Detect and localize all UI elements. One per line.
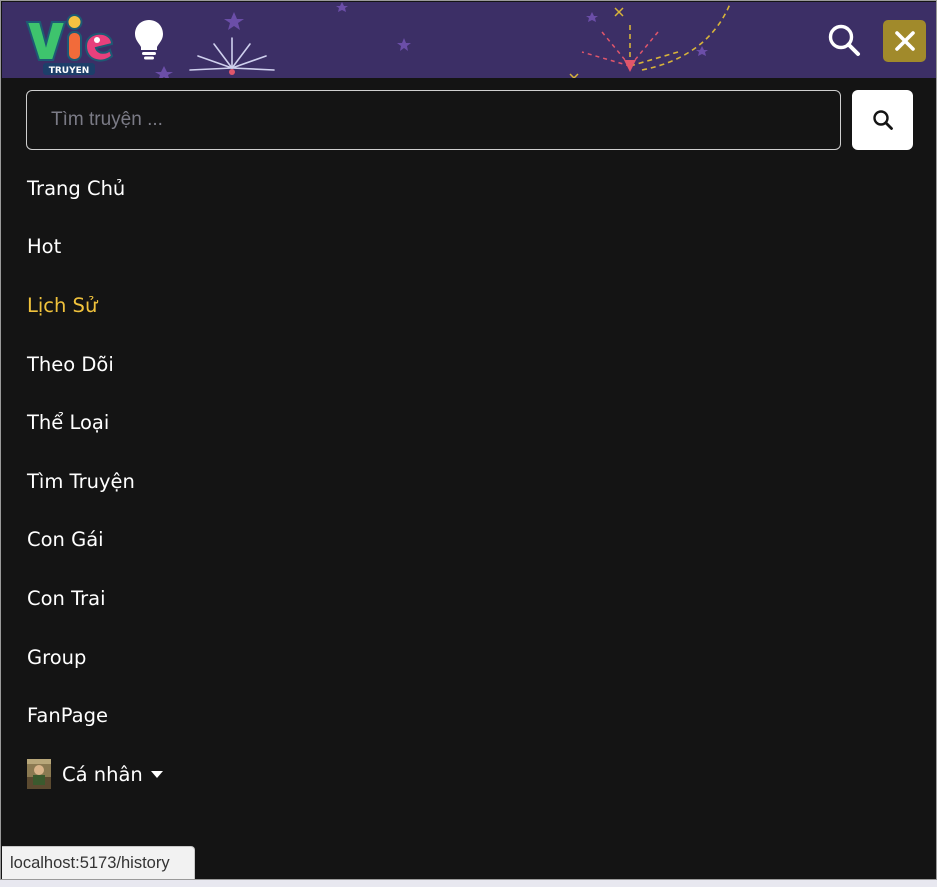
logo-subtext: TRUYEN <box>49 66 90 76</box>
search-input[interactable] <box>26 90 841 150</box>
menu-item-trang-chu[interactable]: Trang Chủ <box>27 159 164 218</box>
status-url: localhost:5173/history <box>10 853 170 872</box>
search-icon <box>872 110 893 130</box>
menu-item-the-loai[interactable]: Thể Loại <box>27 393 164 452</box>
menu-item-theo-doi[interactable]: Theo Dõi <box>27 335 164 394</box>
app-frame: TRUYEN Trang <box>0 0 937 880</box>
search-icon <box>828 24 860 56</box>
close-icon <box>894 31 915 51</box>
search-submit-button[interactable] <box>852 90 913 150</box>
vietruyen-logo[interactable]: TRUYEN <box>24 10 116 76</box>
caret-down-icon <box>150 771 163 779</box>
header-search-button[interactable] <box>824 20 864 60</box>
menu-item-group[interactable]: Group <box>27 628 164 687</box>
header: TRUYEN <box>2 2 936 78</box>
nav-menu: Trang Chủ Hot Lịch Sử Theo Dõi Thể Loại … <box>27 159 164 804</box>
menu-item-account[interactable]: Cá nhân <box>27 745 164 804</box>
menu-item-fanpage[interactable]: FanPage <box>27 686 164 745</box>
avatar <box>27 759 51 790</box>
browser-status-bar: localhost:5173/history <box>2 846 195 879</box>
menu-item-lich-su[interactable]: Lịch Sử <box>27 276 164 335</box>
account-label: Cá nhân <box>62 762 143 786</box>
search-bar <box>26 90 914 150</box>
lightbulb-icon[interactable] <box>133 18 165 60</box>
menu-item-hot[interactable]: Hot <box>27 218 164 277</box>
menu-item-con-trai[interactable]: Con Trai <box>27 569 164 628</box>
menu-item-tim-truyen[interactable]: Tìm Truyện <box>27 452 164 511</box>
close-menu-button[interactable] <box>883 20 926 62</box>
menu-item-con-gai[interactable]: Con Gái <box>27 511 164 570</box>
